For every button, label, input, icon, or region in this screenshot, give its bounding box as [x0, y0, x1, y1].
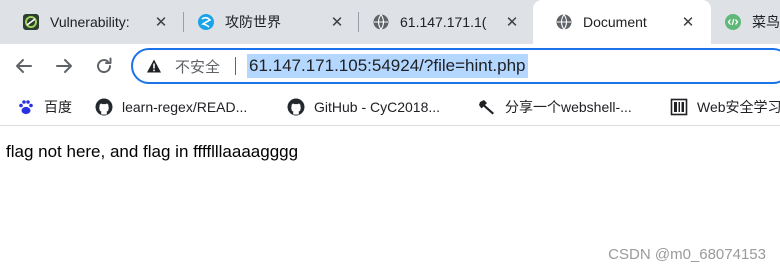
tab-vulnerability[interactable]: Vulnerability: ✕: [0, 0, 182, 44]
browser-toolbar: 不安全 61.147.171.105:54924/?file=hint.php: [0, 44, 780, 88]
tab-title: 攻防世界: [225, 14, 281, 30]
close-icon[interactable]: ✕: [679, 13, 697, 31]
url-text[interactable]: 61.147.171.105:54924/?file=hint.php: [247, 54, 528, 78]
bookmark-label: 分享一个webshell-...: [505, 99, 632, 115]
warning-triangle-icon[interactable]: [146, 58, 162, 74]
not-secure-label[interactable]: 不安全: [175, 56, 220, 77]
tab-title: 菜鸟: [752, 14, 780, 30]
reload-icon: [97, 57, 112, 74]
bookmark-web-security[interactable]: Web安全学习: [670, 96, 780, 118]
close-icon[interactable]: ✕: [152, 13, 170, 31]
bookmark-github-cyc2018[interactable]: GitHub - CyC2018...: [287, 96, 440, 118]
bookmark-label: 百度: [44, 99, 72, 115]
tab-adworld[interactable]: 攻防世界 ✕: [175, 0, 358, 44]
book-icon: [670, 98, 688, 116]
arrow-right-icon: [56, 59, 72, 73]
close-icon[interactable]: ✕: [503, 13, 521, 31]
back-button[interactable]: [11, 53, 37, 79]
address-bar[interactable]: 不安全 61.147.171.105:54924/?file=hint.php: [131, 48, 780, 84]
tab-title: 61.147.171.1(: [400, 14, 487, 30]
vulnerability-favicon-icon: [22, 13, 40, 31]
tool-icon: [478, 98, 496, 116]
tab-title: Vulnerability:: [50, 14, 130, 30]
bookmark-label: Web安全学习: [697, 99, 780, 115]
address-divider: [235, 57, 236, 75]
page-body-text: flag not here, and flag in fffflllaaaagg…: [6, 142, 299, 161]
arrow-left-icon: [16, 59, 32, 73]
github-icon: [287, 98, 305, 116]
globe-icon: [555, 13, 573, 31]
bookmark-label: learn-regex/READ...: [122, 99, 248, 115]
bookmarks-bar: 百度 learn-regex/READ... GitHub - CyC2018.…: [0, 88, 780, 126]
github-icon: [95, 98, 113, 116]
csdn-watermark: CSDN @m0_68074153: [608, 246, 766, 263]
tab-ip-address[interactable]: 61.147.171.1( ✕: [350, 0, 533, 44]
baidu-paw-icon: [17, 98, 35, 116]
reload-button[interactable]: [91, 53, 117, 79]
page-content: flag not here, and flag in fffflllaaaagg…: [0, 127, 780, 272]
bookmark-webshell[interactable]: 分享一个webshell-...: [478, 96, 632, 118]
forward-button[interactable]: [51, 53, 77, 79]
tab-document[interactable]: Document ✕: [533, 0, 711, 44]
close-icon[interactable]: ✕: [328, 13, 346, 31]
tab-runoob[interactable]: 菜鸟: [702, 0, 780, 44]
bookmark-label: GitHub - CyC2018...: [314, 99, 441, 115]
bookmark-baidu[interactable]: 百度: [17, 96, 72, 118]
globe-icon: [372, 13, 390, 31]
tab-strip: Vulnerability: ✕ 攻防世界 ✕ 61.147.171.1( ✕ …: [0, 0, 780, 44]
tab-title: Document: [583, 14, 647, 30]
runoob-favicon-icon: [724, 13, 742, 31]
adworld-favicon-icon: [197, 13, 215, 31]
bookmark-learn-regex[interactable]: learn-regex/READ...: [95, 96, 247, 118]
